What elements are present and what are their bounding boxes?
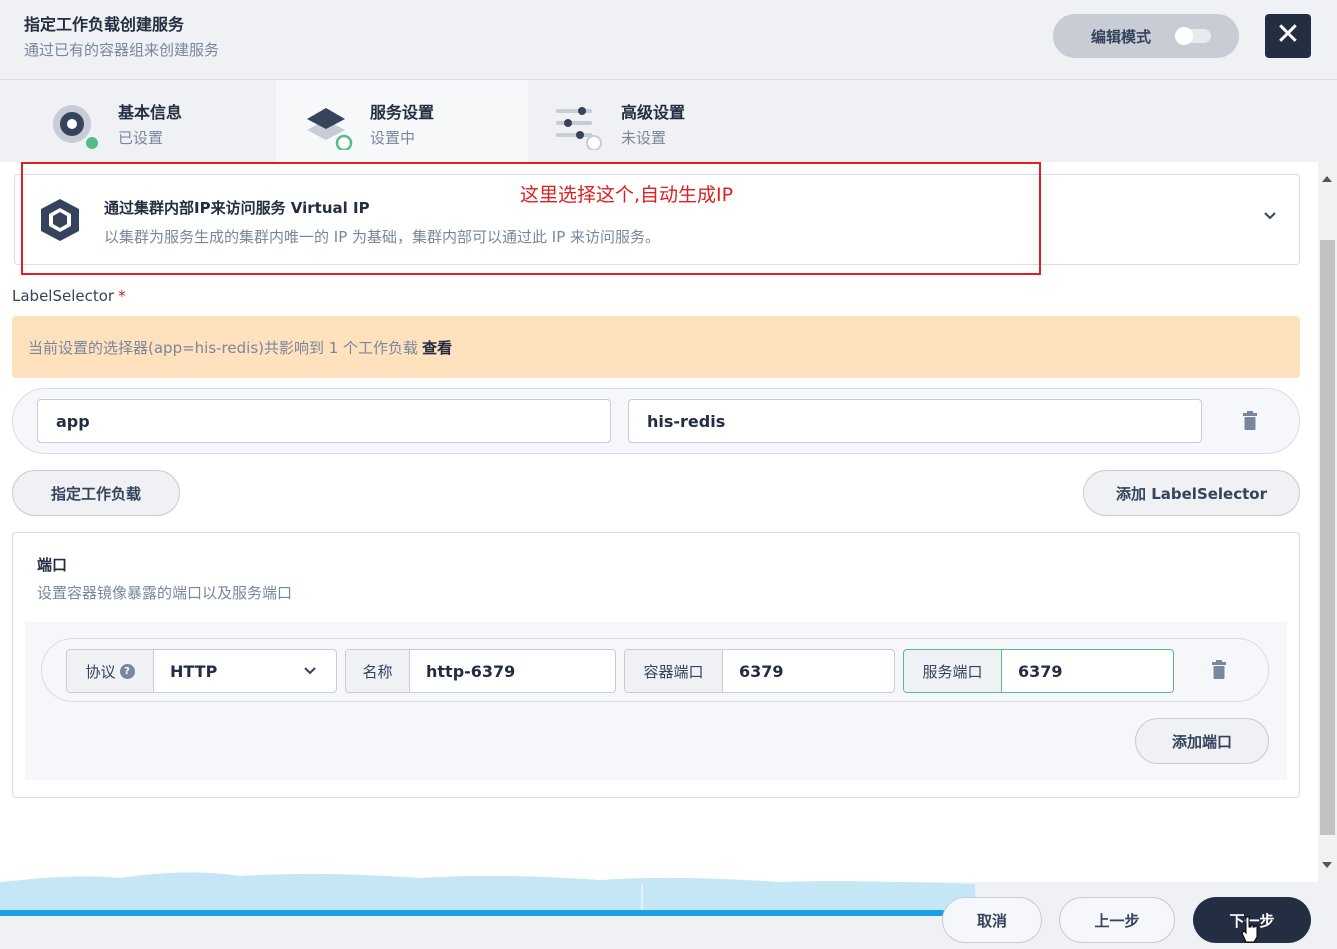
- edit-mode-label: 编辑模式: [1091, 27, 1152, 46]
- service-port-input[interactable]: 6379: [1002, 650, 1173, 692]
- tab-status: 设置中: [370, 129, 416, 147]
- chevron-down-icon[interactable]: [1263, 209, 1277, 223]
- scroll-down-arrow-icon[interactable]: [1322, 862, 1332, 868]
- tab-basic-info[interactable]: 基本信息 已设置: [0, 80, 252, 162]
- close-button[interactable]: ✕: [1265, 14, 1311, 58]
- close-icon: ✕: [1275, 17, 1301, 52]
- label-key-input[interactable]: app: [37, 399, 611, 443]
- layers-icon: [307, 108, 353, 150]
- tab-label: 服务设置: [370, 103, 435, 122]
- tab-status: 未设置: [621, 129, 667, 147]
- label-selector-text: LabelSelector: [12, 287, 115, 305]
- port-name-label: 名称: [346, 650, 410, 692]
- specify-workload-button[interactable]: 指定工作负载: [12, 470, 180, 516]
- add-label-selector-button[interactable]: 添加 LabelSelector: [1083, 470, 1300, 516]
- protocol-label: 协议?: [67, 650, 154, 692]
- service-port-label: 服务端口: [904, 650, 1002, 692]
- scrollbar-thumb[interactable]: [1320, 240, 1335, 835]
- modal-header: 指定工作负载创建服务 通过已有的容器组来创建服务 编辑模式 ✕: [0, 0, 1337, 80]
- label-selector-label: LabelSelector *: [12, 287, 126, 305]
- container-port-input[interactable]: 6379: [723, 650, 894, 692]
- port-row: 协议? HTTP 名称 http-6379 容器端口 6379 服务端口 637…: [41, 638, 1269, 702]
- modal-subtitle: 通过已有的容器组来创建服务: [24, 41, 220, 59]
- ports-section: 端口 设置容器镜像暴露的端口以及服务端口 协议? HTTP 名称 http-63…: [12, 532, 1300, 798]
- port-name-group: 名称 http-6379: [345, 649, 616, 693]
- tab-label: 高级设置: [621, 103, 686, 122]
- container-port-group: 容器端口 6379: [624, 649, 895, 693]
- warning-text: 当前设置的选择器(app=his-redis)共影响到 1 个工作负载: [28, 339, 419, 357]
- add-port-button[interactable]: 添加端口: [1135, 718, 1269, 764]
- modal-title: 指定工作负载创建服务: [24, 15, 185, 34]
- tab-service-settings[interactable]: 服务设置 设置中: [276, 80, 528, 162]
- tab-advanced-settings[interactable]: 高级设置 未设置: [528, 80, 780, 162]
- required-mark: *: [118, 287, 126, 305]
- tab-status: 已设置: [118, 129, 164, 147]
- hand-cursor-icon: [1241, 916, 1258, 943]
- step-tabs: 基本信息 已设置 服务设置 设置中 高级设置 未设置: [0, 80, 1337, 162]
- toggle-knob: [1175, 27, 1193, 45]
- trash-icon[interactable]: [1211, 660, 1227, 680]
- help-icon[interactable]: ?: [119, 663, 135, 679]
- label-value-input[interactable]: his-redis: [628, 399, 1202, 443]
- edit-mode-toggle[interactable]: 编辑模式: [1053, 14, 1239, 58]
- sliders-icon: [556, 107, 602, 150]
- container-port-label: 容器端口: [625, 650, 723, 692]
- warning-message: 当前设置的选择器(app=his-redis)共影响到 1 个工作负载 查看: [28, 337, 452, 358]
- scrollbar[interactable]: [1318, 162, 1337, 882]
- label-selector-row: app his-redis: [12, 388, 1300, 454]
- prev-step-button[interactable]: 上一步: [1059, 897, 1175, 943]
- toggle-switch[interactable]: [1175, 27, 1211, 45]
- tab-label: 基本信息: [118, 103, 183, 122]
- ports-title: 端口: [37, 556, 68, 574]
- protocol-value[interactable]: HTTP: [154, 650, 336, 692]
- view-link[interactable]: 查看: [422, 339, 452, 357]
- ports-list: 协议? HTTP 名称 http-6379 容器端口 6379 服务端口 637…: [25, 622, 1287, 780]
- progress-bar: [0, 910, 975, 916]
- chevron-down-icon[interactable]: [304, 667, 316, 675]
- ports-description: 设置容器镜像暴露的端口以及服务端口: [37, 584, 293, 602]
- service-port-group: 服务端口 6379: [903, 649, 1174, 693]
- trash-icon[interactable]: [1242, 411, 1258, 431]
- port-name-input[interactable]: http-6379: [410, 650, 615, 692]
- protocol-value-text: HTTP: [170, 661, 218, 681]
- basic-info-icon: [53, 105, 100, 150]
- annotation-text: 这里选择这个,自动生成IP: [520, 184, 734, 206]
- cancel-button[interactable]: 取消: [942, 897, 1042, 943]
- protocol-label-text: 协议: [85, 662, 116, 681]
- scroll-up-arrow-icon[interactable]: [1322, 176, 1332, 182]
- annotation-box: [21, 162, 1041, 275]
- selector-warning: 当前设置的选择器(app=his-redis)共影响到 1 个工作负载 查看: [12, 316, 1300, 378]
- wave-decoration: [0, 872, 975, 916]
- protocol-select[interactable]: 协议? HTTP: [66, 649, 337, 693]
